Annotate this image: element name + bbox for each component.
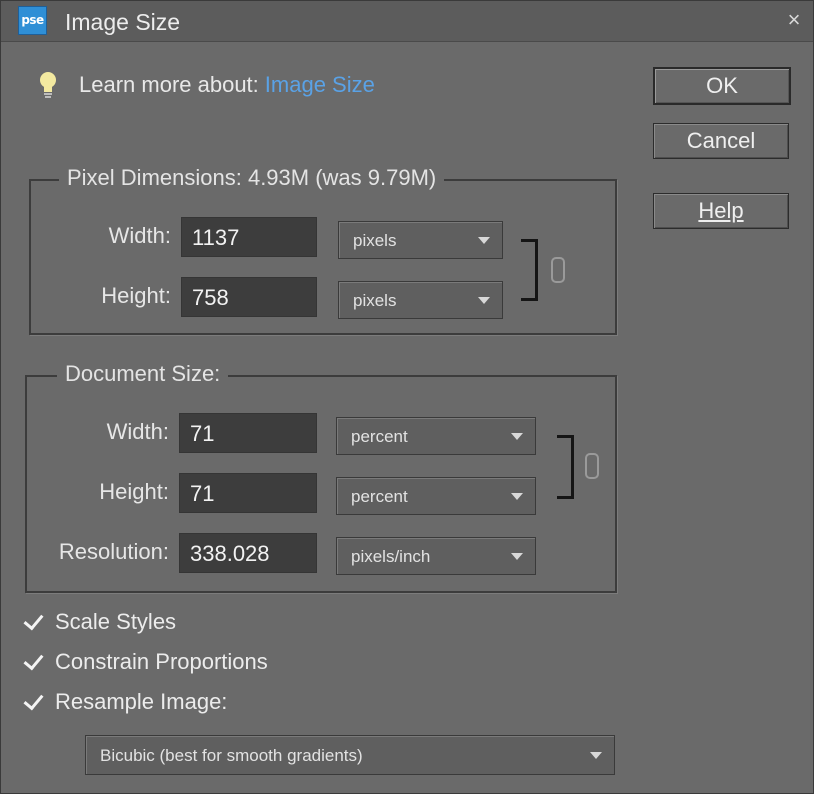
scale-styles-label: Scale Styles [55, 609, 177, 634]
checkmark-icon [23, 691, 45, 713]
pixel-width-unit-select[interactable]: pixels [338, 221, 503, 259]
chevron-down-icon [511, 553, 523, 560]
chain-link-icon [551, 257, 565, 283]
scale-styles-checkbox[interactable]: Scale Styles [23, 607, 176, 637]
chevron-down-icon [478, 297, 490, 304]
pixel-dimensions-legend: Pixel Dimensions: 4.93M (was 9.79M) [59, 165, 445, 191]
lightbulb-icon [40, 72, 56, 98]
document-size-legend: Document Size: [57, 361, 229, 387]
window-title: Image Size [65, 9, 181, 35]
chevron-down-icon [478, 237, 490, 244]
document-height-label: Height: [99, 479, 169, 504]
pixel-width-label: Width: [108, 223, 171, 248]
chevron-down-icon [511, 433, 523, 440]
resample-image-checkbox[interactable]: Resample Image: [23, 687, 227, 717]
pixel-height-label: Height: [101, 283, 171, 308]
app-icon: pse [18, 6, 47, 35]
document-width-unit-value: percent [351, 427, 408, 446]
title-bar[interactable]: pse Image Size × [1, 1, 813, 42]
chevron-down-icon [511, 493, 523, 500]
constrain-bracket [521, 239, 538, 301]
image-size-dialog: pse Image Size × Learn more about: Image… [0, 0, 814, 794]
document-constrain-bracket [557, 435, 574, 499]
constrain-proportions-checkbox[interactable]: Constrain Proportions [23, 647, 268, 677]
pixel-width-input[interactable]: 1137 [181, 217, 317, 257]
document-width-input[interactable]: 71 [179, 413, 317, 453]
pixel-height-unit-value: pixels [353, 291, 397, 310]
learn-more-row: Learn more about: Image Size [37, 69, 375, 101]
cancel-button[interactable]: Cancel [653, 123, 789, 159]
document-height-unit-value: percent [351, 487, 408, 506]
resample-method-value: Bicubic (best for smooth gradients) [100, 746, 363, 765]
chevron-down-icon [590, 752, 602, 759]
resolution-input[interactable]: 338.028 [179, 533, 317, 573]
close-icon[interactable]: × [781, 7, 807, 33]
resolution-unit-value: pixels/inch [351, 547, 431, 566]
resample-image-label: Resample Image: [55, 689, 228, 714]
chain-link-icon [585, 453, 599, 479]
learn-more-label: Learn more about: [79, 72, 259, 97]
document-height-unit-select[interactable]: percent [336, 477, 536, 515]
document-height-input[interactable]: 71 [179, 473, 317, 513]
resolution-unit-select[interactable]: pixels/inch [336, 537, 536, 575]
document-width-label: Width: [106, 419, 169, 444]
image-size-help-link[interactable]: Image Size [265, 72, 375, 98]
pixel-height-unit-select[interactable]: pixels [338, 281, 503, 319]
checkmark-icon [23, 611, 45, 633]
document-width-unit-select[interactable]: percent [336, 417, 536, 455]
pixel-height-input[interactable]: 758 [181, 277, 317, 317]
checkmark-icon [23, 651, 45, 673]
resolution-label: Resolution: [58, 539, 169, 564]
help-button[interactable]: Help [653, 193, 789, 229]
resample-method-select[interactable]: Bicubic (best for smooth gradients) [85, 735, 615, 775]
constrain-proportions-label: Constrain Proportions [55, 649, 268, 674]
pixel-width-unit-value: pixels [353, 231, 397, 250]
ok-button[interactable]: OK [653, 67, 791, 105]
